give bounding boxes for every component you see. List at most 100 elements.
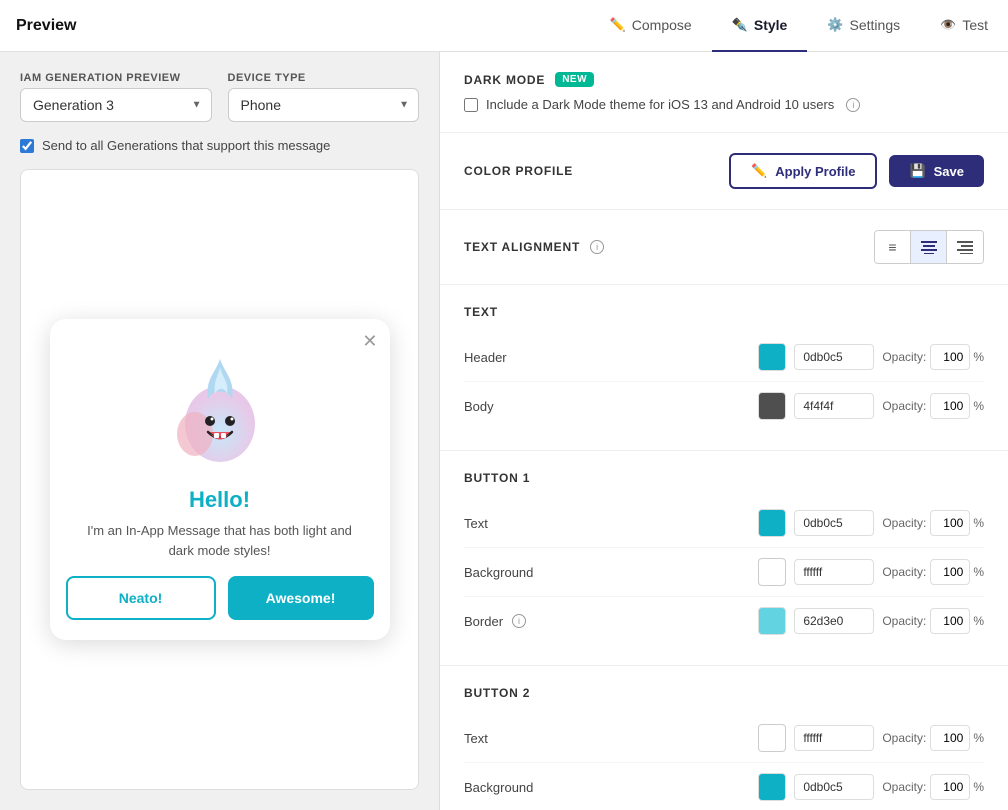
modal-button-2[interactable]: Awesome!: [228, 576, 374, 620]
device-select-wrapper: Phone Tablet Desktop ▼: [228, 88, 420, 122]
align-right-button[interactable]: [947, 231, 983, 263]
button2-bg-row: Background Opacity: %: [464, 763, 984, 810]
dark-mode-checkbox-row: Include a Dark Mode theme for iOS 13 and…: [464, 97, 984, 112]
device-select[interactable]: Phone Tablet Desktop: [228, 88, 420, 122]
align-center-button[interactable]: [911, 231, 947, 263]
button1-text-opacity[interactable]: [930, 510, 970, 536]
compose-icon: ✏️: [610, 17, 626, 33]
button1-text-row: Text Opacity: %: [464, 499, 984, 548]
save-icon: 💾: [909, 163, 925, 179]
device-field: DEVICE TYPE Phone Tablet Desktop ▼: [228, 72, 420, 122]
top-nav: Preview ✏️ Compose ✒️ Style ⚙️ Settings …: [0, 0, 1008, 52]
button2-text-opacity-label: Opacity:: [882, 731, 926, 745]
button2-text-hex[interactable]: [794, 725, 874, 751]
button1-bg-opacity[interactable]: [930, 559, 970, 585]
tab-style-label: Style: [754, 17, 787, 33]
apply-profile-button[interactable]: ✏️ Apply Profile: [729, 153, 877, 189]
color-profile-label: COLOR PROFILE: [464, 164, 717, 178]
generation-select-wrapper: Generation 3 Generation 2 Generation 1 ▼: [20, 88, 212, 122]
button1-border-opacity-label: Opacity:: [882, 614, 926, 628]
alignment-row: TEXT ALIGNMENT i ≡: [464, 230, 984, 264]
button1-border-row: Border i Opacity: %: [464, 597, 984, 645]
button1-bg-percent: %: [973, 565, 984, 579]
tab-style[interactable]: ✒️ Style: [712, 0, 808, 52]
modal-card: ✕: [50, 319, 390, 640]
button1-bg-swatch[interactable]: [758, 558, 786, 586]
button2-text-swatch[interactable]: [758, 724, 786, 752]
dark-mode-title: DARK MODE: [464, 73, 545, 87]
generation-checkbox[interactable]: [20, 139, 34, 153]
tab-compose[interactable]: ✏️ Compose: [590, 0, 712, 52]
button2-bg-opacity-label: Opacity:: [882, 780, 926, 794]
generation-field: IAM GENERATION PREVIEW Generation 3 Gene…: [20, 72, 212, 122]
text-alignment-section: TEXT ALIGNMENT i ≡: [440, 210, 1008, 285]
modal-button-1[interactable]: Neato!: [66, 576, 216, 620]
button1-border-info-icon[interactable]: i: [512, 614, 526, 628]
text-body-swatch[interactable]: [758, 392, 786, 420]
text-header-row: Header Opacity: %: [464, 333, 984, 382]
generation-label: IAM GENERATION PREVIEW: [20, 72, 212, 84]
style-icon: ✒️: [732, 17, 748, 33]
button2-bg-hex[interactable]: [794, 774, 874, 800]
modal-close-button[interactable]: ✕: [362, 331, 377, 352]
button1-border-opacity[interactable]: [930, 608, 970, 634]
tab-test[interactable]: 👁️ Test: [920, 0, 1008, 52]
text-header-percent: %: [973, 350, 984, 364]
button2-bg-opacity[interactable]: [930, 774, 970, 800]
button1-section-title: BUTTON 1: [464, 471, 984, 485]
button1-text-swatch[interactable]: [758, 509, 786, 537]
button2-bg-swatch[interactable]: [758, 773, 786, 801]
button1-border-hex[interactable]: [794, 608, 874, 634]
apply-profile-label: Apply Profile: [775, 164, 855, 179]
text-body-percent: %: [973, 399, 984, 413]
button2-bg-label: Background: [464, 780, 758, 795]
text-body-hex[interactable]: [794, 393, 874, 419]
button1-border-swatch[interactable]: [758, 607, 786, 635]
button1-text-label: Text: [464, 516, 758, 531]
save-button[interactable]: 💾 Save: [889, 155, 984, 187]
text-header-hex[interactable]: [794, 344, 874, 370]
button1-text-percent: %: [973, 516, 984, 530]
text-header-label: Header: [464, 350, 758, 365]
generation-select[interactable]: Generation 3 Generation 2 Generation 1: [20, 88, 212, 122]
text-header-swatch[interactable]: [758, 343, 786, 371]
button1-border-label: Border i: [464, 614, 758, 629]
dark-mode-info-icon[interactable]: i: [846, 98, 860, 112]
tab-test-label: Test: [962, 17, 988, 33]
text-body-opacity-label: Opacity:: [882, 399, 926, 413]
button1-bg-opacity-label: Opacity:: [882, 565, 926, 579]
text-header-opacity[interactable]: [930, 344, 970, 370]
settings-icon: ⚙️: [827, 17, 843, 33]
button2-section: BUTTON 2 Text Opacity: % Background Opac…: [440, 666, 1008, 810]
text-header-opacity-label: Opacity:: [882, 350, 926, 364]
align-left-button[interactable]: ≡: [875, 231, 911, 263]
button2-text-opacity[interactable]: [930, 725, 970, 751]
button1-text-hex[interactable]: [794, 510, 874, 536]
button2-bg-percent: %: [973, 780, 984, 794]
tab-compose-label: Compose: [632, 17, 692, 33]
dark-mode-checkbox[interactable]: [464, 98, 478, 112]
page-title: Preview: [16, 17, 96, 35]
button1-bg-hex[interactable]: [794, 559, 874, 585]
generation-checkbox-row: Send to all Generations that support thi…: [20, 138, 419, 153]
text-body-label: Body: [464, 399, 758, 414]
alignment-info-icon[interactable]: i: [590, 240, 604, 254]
save-label: Save: [934, 164, 964, 179]
tab-settings[interactable]: ⚙️ Settings: [807, 0, 920, 52]
alignment-buttons: ≡: [874, 230, 984, 264]
text-body-opacity[interactable]: [930, 393, 970, 419]
generation-checkbox-label: Send to all Generations that support thi…: [42, 138, 330, 153]
left-panel: IAM GENERATION PREVIEW Generation 3 Gene…: [0, 52, 440, 810]
modal-buttons: Neato! Awesome!: [50, 576, 390, 640]
button2-text-row: Text Opacity: %: [464, 714, 984, 763]
button2-section-title: BUTTON 2: [464, 686, 984, 700]
pencil-icon: ✏️: [751, 163, 767, 179]
preview-area: ✕: [20, 169, 419, 790]
button1-border-percent: %: [973, 614, 984, 628]
align-right-icon: [957, 240, 973, 254]
button2-text-label: Text: [464, 731, 758, 746]
app-container: Preview ✏️ Compose ✒️ Style ⚙️ Settings …: [0, 0, 1008, 810]
test-icon: 👁️: [940, 17, 956, 33]
text-alignment-label: TEXT ALIGNMENT: [464, 240, 580, 254]
right-panel: DARK MODE NEW Include a Dark Mode theme …: [440, 52, 1008, 810]
